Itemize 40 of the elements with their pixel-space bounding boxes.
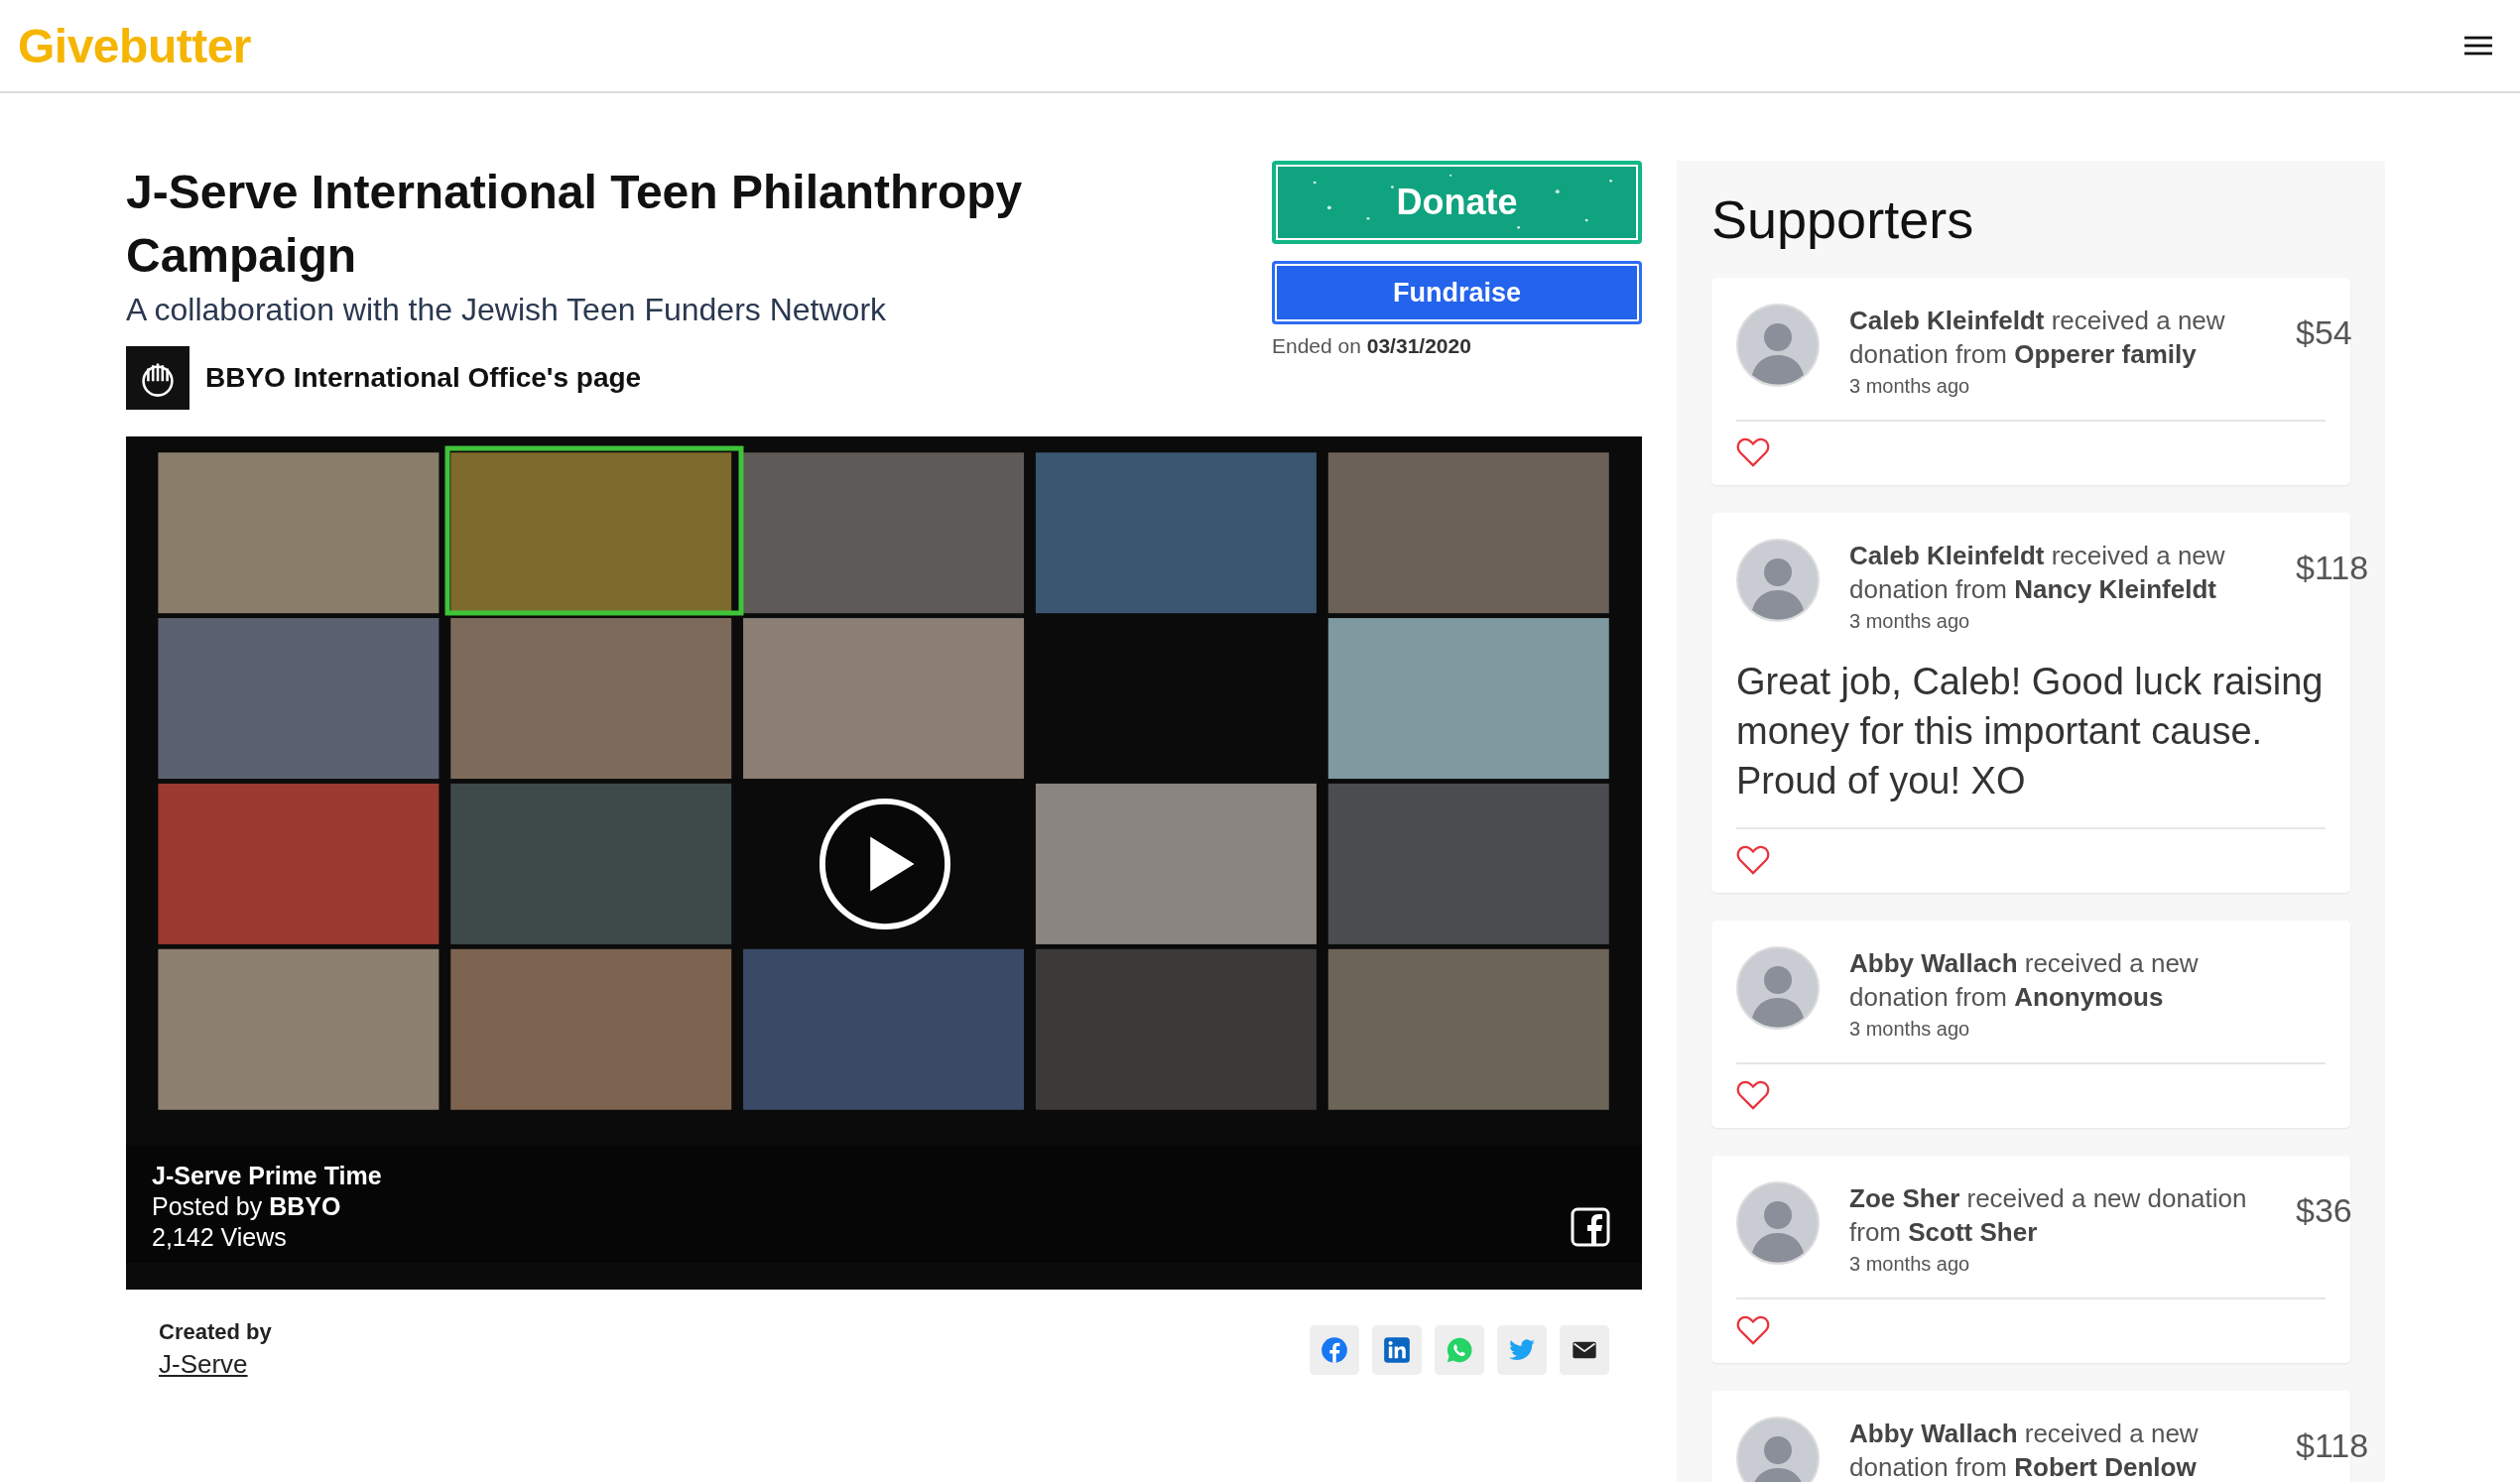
fundraise-button[interactable]: Fundraise [1272,261,1642,324]
facebook-icon[interactable] [1571,1207,1610,1247]
menu-icon[interactable] [2464,34,2492,58]
view-count: 2,142 Views [152,1222,288,1253]
donation-text: Abby Wallach received a new donation from Robert Denlow [1849,1418,2200,1482]
whatsapp-icon [1446,1335,1473,1364]
donation-amount: $118 [2296,549,2369,587]
heart-icon[interactable] [1736,437,1770,467]
play-icon[interactable] [817,796,953,932]
donation-amount: $36 [2296,1191,2352,1230]
heart-icon[interactable] [1736,1080,1770,1110]
donation-text: Caleb Kleinfeldt received a new donation from Nancy Kleinfeldt [1849,540,2226,606]
supporters-heading: Supporters [1711,188,1975,250]
donation-time: 3 months ago [1849,610,1971,633]
donation-time: 3 months ago [1849,1253,1971,1276]
donation-text: Zoe Sher received a new donation from Scott Sher [1849,1182,2248,1249]
facebook-share-button[interactable] [1310,1324,1359,1375]
donation-text: Caleb Kleinfeldt received a new donation from Opperer family [1849,305,2226,371]
donation-text: Abby Wallach received a new donation from Anonymous [1849,947,2200,1014]
video-title[interactable]: J-Serve Prime Time [152,1161,382,1191]
creator-link[interactable]: J-Serve [159,1349,272,1380]
donation-time: 3 months ago [1849,1018,1971,1041]
donation-amount: $54 [2296,313,2352,352]
donation-message: Great job, Caleb! Good luck raising money for this important cause. Proud of you! XO [1736,660,2325,803]
campaign-subtitle: A collaboration with the Jewish Teen Funders Network [126,292,888,328]
twitter-share-button[interactable] [1497,1324,1547,1375]
facebook-icon [1321,1335,1348,1364]
email-share-button[interactable] [1560,1324,1609,1375]
organization-logo-icon [126,346,189,410]
end-date: Ended on 03/31/2020 [1272,334,1472,358]
linkedin-icon [1383,1335,1411,1364]
donation-amount: $118 [2296,1426,2369,1465]
linkedin-share-button[interactable] [1372,1324,1422,1375]
campaign-title: J-Serve International Teen Philanthropy Campaign [126,165,1024,284]
video-author: Posted by BBYO [152,1191,342,1222]
heart-icon[interactable] [1736,845,1770,875]
organizer-link[interactable]: BBYO International Office's page [205,362,642,394]
created-by-label: Created by [159,1319,272,1345]
heart-icon[interactable] [1736,1315,1770,1345]
donation-time: 3 months ago [1849,375,1971,398]
